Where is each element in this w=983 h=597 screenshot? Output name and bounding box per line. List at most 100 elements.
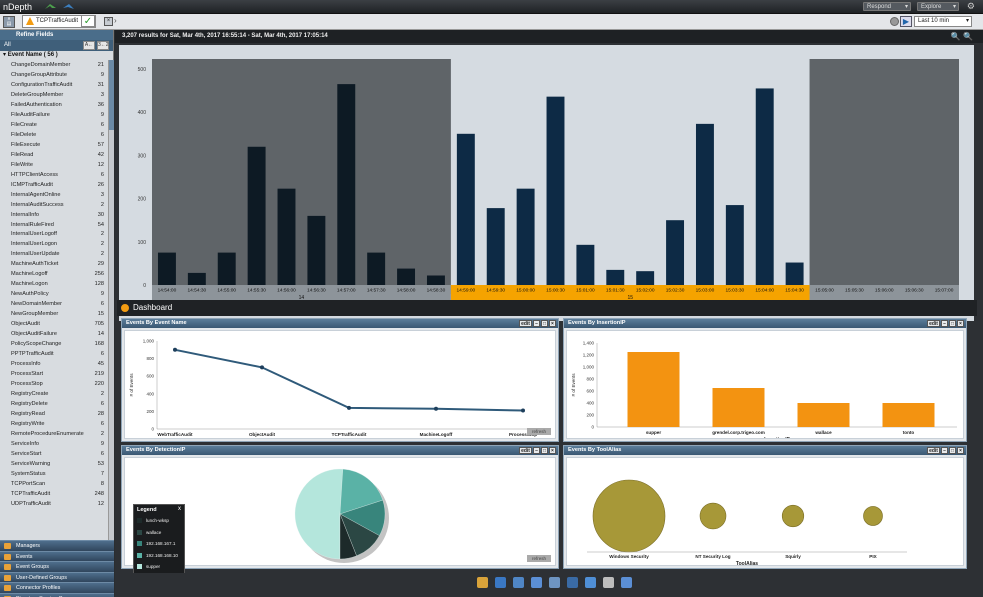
chevron-right-icon[interactable]: ›: [114, 16, 117, 25]
edit-button[interactable]: edit: [927, 447, 940, 454]
minimize-icon[interactable]: –: [532, 320, 540, 327]
minimize-icon[interactable]: –: [940, 447, 948, 454]
field-item[interactable]: ConfigurationTrafficAudit 31: [0, 80, 108, 90]
field-item[interactable]: UDPTrafficAudit 12: [0, 499, 108, 509]
close-icon[interactable]: ×: [957, 320, 964, 327]
field-item[interactable]: DeleteGroupMember 3: [0, 90, 108, 100]
clear-filter-icon[interactable]: ×: [104, 17, 113, 26]
sidebar-group-item[interactable]: Directory Service Groups: [0, 592, 114, 597]
field-item[interactable]: PolicyScopeChange 168: [0, 339, 108, 349]
field-item[interactable]: InternalRuleFired 54: [0, 220, 108, 230]
export-icon[interactable]: [621, 577, 632, 588]
field-item[interactable]: InternalUserLogoff 2: [0, 229, 108, 239]
field-item[interactable]: InternalAuditSuccess 2: [0, 200, 108, 210]
sort-count-button[interactable]: 3←2: [97, 41, 109, 50]
stop-button[interactable]: [890, 17, 899, 26]
refresh-icon[interactable]: [495, 577, 506, 588]
field-item[interactable]: InternalUserLogon 2: [0, 239, 108, 249]
field-item[interactable]: InternalAgentOnline 3: [0, 190, 108, 200]
time-range-select[interactable]: Last 10 min ▾: [914, 16, 972, 27]
respond-menu[interactable]: Respond ▾: [863, 2, 911, 11]
dashboard-icon[interactable]: [477, 577, 488, 588]
field-item[interactable]: ProcessStop 220: [0, 379, 108, 389]
sidebar-group-item[interactable]: Managers: [0, 540, 114, 551]
close-icon[interactable]: ×: [957, 447, 964, 454]
field-item[interactable]: ObjectAudit 705: [0, 319, 108, 329]
field-item[interactable]: HTTPClientAccess 6: [0, 170, 108, 180]
field-item[interactable]: FileExecute 57: [0, 140, 108, 150]
zoom-out-icon[interactable]: 🔍: [963, 32, 973, 41]
refine-fields-header[interactable]: Refine Fields: [0, 30, 113, 40]
field-item[interactable]: ProcessInfo 45: [0, 359, 108, 369]
field-item[interactable]: FileCreate 6: [0, 120, 108, 130]
close-icon[interactable]: ×: [549, 320, 556, 327]
field-item[interactable]: SystemStatus 7: [0, 469, 108, 479]
edit-button[interactable]: edit: [519, 320, 532, 327]
edit-button[interactable]: edit: [927, 320, 940, 327]
field-item[interactable]: RemoteProcedureEnumerate 2: [0, 429, 108, 439]
back-arrow-icon[interactable]: [44, 2, 57, 11]
field-item[interactable]: InternalUserUpdate 2: [0, 249, 108, 259]
minimize-icon[interactable]: –: [940, 320, 948, 327]
chart-icon[interactable]: [513, 577, 524, 588]
forward-arrow-icon[interactable]: [62, 2, 75, 11]
play-button[interactable]: ▶: [900, 16, 912, 27]
sidebar-scrollbar[interactable]: [108, 60, 114, 540]
field-item[interactable]: FileWrite 12: [0, 160, 108, 170]
gear-icon[interactable]: ⚙: [967, 1, 975, 12]
maximize-icon[interactable]: □: [540, 447, 548, 454]
field-item[interactable]: ServiceInfo 9: [0, 439, 108, 449]
edit-button[interactable]: edit: [519, 447, 532, 454]
field-item[interactable]: InternalInfo 30: [0, 210, 108, 220]
field-item[interactable]: NewGroupMember 15: [0, 309, 108, 319]
table-icon[interactable]: [531, 577, 542, 588]
close-icon[interactable]: ×: [549, 447, 556, 454]
pie-chart[interactable]: [125, 458, 555, 565]
zoom-in-icon[interactable]: 🔍: [951, 32, 961, 41]
sidebar-group-item[interactable]: Event Groups: [0, 561, 114, 572]
maximize-icon[interactable]: □: [540, 320, 548, 327]
field-item[interactable]: MachineAuthTicket 29: [0, 259, 108, 269]
all-fields-row[interactable]: All A← 3←2: [0, 40, 113, 51]
palette-icon[interactable]: [585, 577, 596, 588]
search-mode-icon[interactable]: ᴀ ▤: [3, 16, 15, 28]
field-item[interactable]: RegistryDelete 6: [0, 399, 108, 409]
field-item[interactable]: RegistryWrite 6: [0, 419, 108, 429]
field-item[interactable]: ChangeDomainMember 21: [0, 60, 108, 70]
field-item[interactable]: ServiceWarning 53: [0, 459, 108, 469]
event-name-group-header[interactable]: ▾ Event Name ( 56 ): [0, 51, 113, 60]
field-item[interactable]: TCPTrafficAudit 248: [0, 489, 108, 499]
field-item[interactable]: ServiceStart 6: [0, 449, 108, 459]
bubble-chart[interactable]: Windows Security NT Security Log Squirly PI…: [567, 458, 963, 565]
print-icon[interactable]: [603, 577, 614, 588]
field-item[interactable]: FailedAuthentication 36: [0, 100, 108, 110]
field-item[interactable]: FileRead 42: [0, 150, 108, 160]
scroll-thumb[interactable]: [109, 60, 114, 130]
refresh-button[interactable]: refresh: [527, 428, 551, 435]
sidebar-group-item[interactable]: Events: [0, 550, 114, 562]
field-item[interactable]: MachineLogoff 256: [0, 269, 108, 279]
explore-menu[interactable]: Explore ▾: [917, 2, 959, 11]
field-item[interactable]: ObjectAuditFailure 14: [0, 329, 108, 339]
maximize-icon[interactable]: □: [948, 320, 956, 327]
bar-chart[interactable]: 0 200 400 600 800 1,000 1,200 1,400 supper grende…: [567, 331, 963, 438]
sort-alpha-button[interactable]: A←: [83, 41, 95, 50]
sidebar-group-item[interactable]: Connector Profiles: [0, 582, 114, 593]
field-item[interactable]: NewAuthPolicy 9: [0, 289, 108, 299]
field-item[interactable]: ChangeGroupAttribute 9: [0, 70, 108, 80]
field-item[interactable]: RegistryCreate 2: [0, 389, 108, 399]
legend-close-icon[interactable]: x: [178, 506, 181, 512]
minimize-icon[interactable]: –: [532, 447, 540, 454]
line-icon[interactable]: [549, 577, 560, 588]
apply-filter-button[interactable]: ✓: [81, 15, 95, 27]
event-histogram[interactable]: 0 100 200 300 400 500 14:54:00 14:54:30 14:55:00…: [119, 45, 974, 321]
field-item[interactable]: ICMPTrafficAudit 26: [0, 180, 108, 190]
field-item[interactable]: MachineLogon 128: [0, 279, 108, 289]
sidebar-group-item[interactable]: User-Defined Groups: [0, 571, 114, 583]
field-item[interactable]: FileAuditFailure 9: [0, 110, 108, 120]
globe-icon[interactable]: [567, 577, 578, 588]
refresh-button[interactable]: refresh: [527, 555, 551, 562]
maximize-icon[interactable]: □: [948, 447, 956, 454]
field-item[interactable]: TCPPortScan 8: [0, 479, 108, 489]
field-item[interactable]: PPTPTrafficAudit 6: [0, 349, 108, 359]
